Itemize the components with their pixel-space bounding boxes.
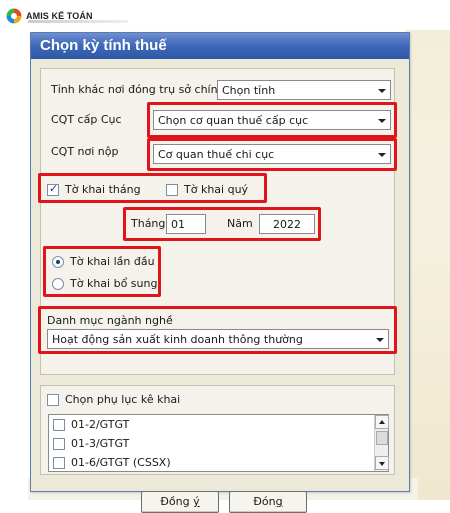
ok-button-label: Đồng bbox=[160, 495, 194, 508]
phu-luc-label: Chọn phụ lục kê khai bbox=[65, 393, 181, 406]
cqt-cuc-label: CQT cấp Cục bbox=[51, 113, 122, 126]
highlight-industry bbox=[38, 306, 397, 354]
checkbox-unchecked-icon bbox=[47, 393, 59, 406]
scroll-thumb[interactable] bbox=[376, 431, 388, 445]
highlight-period bbox=[123, 207, 321, 241]
ok-button-hotkey: ý bbox=[193, 495, 200, 508]
checkbox-unchecked-icon bbox=[53, 456, 65, 469]
province-value: Chọn tỉnh bbox=[222, 84, 276, 97]
highlight-period-type bbox=[38, 173, 267, 203]
province-select[interactable]: Chọn tỉnh bbox=[217, 80, 391, 100]
chevron-down-icon bbox=[378, 89, 386, 93]
scroll-up-icon[interactable] bbox=[375, 415, 389, 429]
list-item[interactable]: 01-3/GTGT bbox=[49, 434, 388, 453]
scroll-down-icon[interactable] bbox=[375, 456, 389, 470]
ok-button[interactable]: Đồng ý bbox=[141, 491, 219, 513]
list-item[interactable]: 01-6/GTGT (CSSX) bbox=[49, 453, 388, 472]
close-button-label: Đón bbox=[253, 495, 276, 508]
highlight-cqt-noi-nop bbox=[147, 138, 397, 171]
highlight-cqt-cuc bbox=[147, 102, 397, 138]
cqt-noi-nop-label: CQT nơi nộp bbox=[51, 145, 119, 158]
list-item-label: 01-2/GTGT bbox=[71, 418, 130, 431]
logo-tagline bbox=[28, 20, 128, 23]
amis-logo-icon bbox=[6, 8, 22, 24]
list-scrollbar[interactable] bbox=[374, 415, 389, 471]
background-panel bbox=[405, 30, 450, 500]
appendix-list: 01-2/GTGT 01-3/GTGT 01-6/GTGT (CSSX) bbox=[48, 414, 389, 472]
close-button[interactable]: Đóng bbox=[229, 491, 307, 513]
tax-period-group: Tỉnh khác nơi đóng trụ sở chính Chọn tỉn… bbox=[38, 68, 397, 375]
province-label: Tỉnh khác nơi đóng trụ sở chính bbox=[51, 83, 225, 96]
highlight-declaration-type bbox=[43, 246, 161, 297]
close-button-hotkey: g bbox=[275, 495, 283, 508]
checkbox-unchecked-icon bbox=[53, 418, 65, 431]
checkbox-unchecked-icon bbox=[53, 437, 65, 450]
tax-period-dialog: Chọn kỳ tính thuế Tỉnh khác nơi đóng trụ… bbox=[30, 32, 410, 513]
appendix-group: Chọn phụ lục kê khai 01-2/GTGT 01-3/GTGT… bbox=[40, 385, 395, 475]
list-item-label: 01-6/GTGT (CSSX) bbox=[71, 456, 171, 469]
list-item-label: 01-3/GTGT bbox=[71, 437, 130, 450]
phu-luc-checkbox[interactable]: Chọn phụ lục kê khai bbox=[47, 393, 180, 406]
list-item[interactable]: 01-2/GTGT bbox=[49, 415, 388, 434]
app-logo: AMIS KẾ TOÁN bbox=[6, 6, 93, 26]
dialog-body: Tỉnh khác nơi đóng trụ sở chính Chọn tỉn… bbox=[31, 59, 409, 513]
dialog-title: Chọn kỳ tính thuế bbox=[31, 33, 409, 59]
